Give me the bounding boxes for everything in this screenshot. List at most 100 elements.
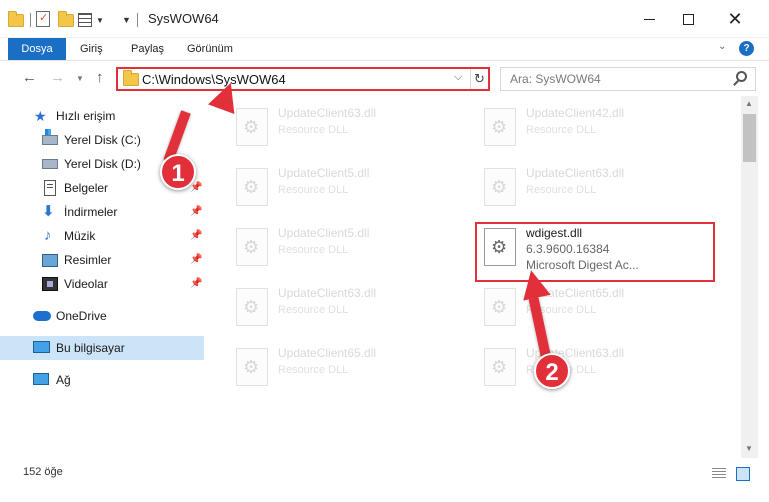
- forward-arrow-icon[interactable]: →: [50, 69, 65, 86]
- step-2-marker: 2: [534, 353, 570, 389]
- file-item[interactable]: UpdateClient5.dll Resource DLL: [228, 222, 458, 276]
- step-1-marker: 1: [160, 154, 196, 190]
- scroll-down-icon[interactable]: ▼: [745, 444, 753, 453]
- title-bar: ▼ ▼ SysWOW64 ✕: [0, 0, 769, 38]
- pin-icon[interactable]: 📌: [190, 206, 202, 217]
- details-view-icon[interactable]: [712, 468, 726, 480]
- dll-file-icon: [236, 168, 268, 206]
- dll-file-icon: [484, 348, 516, 386]
- sidebar-item-label: Yerel Disk (C:): [64, 133, 141, 147]
- quick-access-separator: [30, 13, 31, 27]
- search-placeholder[interactable]: Ara: SysWOW64: [510, 72, 601, 86]
- new-folder-icon[interactable]: [58, 10, 74, 29]
- sidebar-item-videos[interactable]: Videolar 📌: [0, 272, 204, 296]
- file-name: UpdateClient63.dll: [278, 106, 377, 120]
- drive-icon: [42, 129, 58, 145]
- scrollbar-thumb[interactable]: [743, 114, 756, 162]
- pin-icon[interactable]: 📌: [190, 278, 202, 289]
- sidebar-item-this-pc[interactable]: Bu bilgisayar: [0, 336, 204, 360]
- folder-icon[interactable]: [8, 10, 24, 29]
- status-bar: 152 öğe: [0, 458, 769, 502]
- file-highlight-box: [475, 222, 715, 282]
- up-arrow-icon[interactable]: ↑: [96, 69, 104, 86]
- file-name: UpdateClient63.dll: [526, 166, 625, 180]
- dll-file-icon: [484, 168, 516, 206]
- sidebar-item-label: Videolar: [64, 277, 108, 291]
- file-item[interactable]: UpdateClient63.dll Resource DLL: [228, 102, 458, 156]
- properties-icon[interactable]: [36, 11, 50, 27]
- sidebar-item-label: İndirmeler: [64, 205, 118, 219]
- computer-icon: [33, 341, 50, 353]
- tab-paylas[interactable]: Paylaş: [131, 38, 164, 60]
- vertical-scrollbar[interactable]: ▲ ▼: [741, 96, 758, 458]
- recent-locations-chevron-icon[interactable]: ▼: [76, 74, 84, 83]
- annotation-arrow-head-2: [517, 267, 551, 301]
- address-bar[interactable]: C:\Windows\SysWOW64 ⌵ ↻: [116, 67, 490, 91]
- pin-icon[interactable]: 📌: [190, 182, 202, 193]
- item-count: 152 öğe: [23, 466, 63, 478]
- tab-dosya[interactable]: Dosya: [8, 38, 66, 60]
- address-dropdown-icon[interactable]: ⌵: [454, 71, 462, 84]
- chevron-down-icon: ▼: [96, 15, 104, 25]
- video-icon: [42, 277, 58, 291]
- maximize-icon: [682, 13, 694, 25]
- tab-gorunum[interactable]: Görünüm: [187, 38, 233, 60]
- sidebar-item-quick-access[interactable]: ★ Hızlı erişim: [0, 104, 204, 128]
- dll-file-icon: [236, 228, 268, 266]
- file-name: UpdateClient42.dll: [526, 106, 625, 120]
- maximize-button[interactable]: [665, 0, 711, 38]
- expand-ribbon-chevron-icon[interactable]: ⌄: [718, 41, 726, 52]
- folder-icon: [123, 70, 139, 86]
- minimize-icon: [643, 18, 655, 20]
- file-description: Resource DLL: [278, 184, 349, 196]
- file-item[interactable]: UpdateClient5.dll Resource DLL: [228, 162, 458, 216]
- pin-icon[interactable]: 📌: [190, 254, 202, 265]
- sidebar-item-label: OneDrive: [56, 309, 107, 323]
- refresh-icon[interactable]: ↻: [470, 69, 488, 89]
- file-name: UpdateClient5.dll: [278, 166, 370, 180]
- star-icon: ★: [34, 108, 47, 124]
- sidebar-item-label: Hızlı erişim: [56, 109, 116, 123]
- back-arrow-icon[interactable]: ←: [22, 69, 37, 86]
- search-icon[interactable]: [736, 71, 747, 82]
- sidebar-item-music[interactable]: ♪ Müzik 📌: [0, 224, 204, 248]
- file-description: Resource DLL: [278, 244, 349, 256]
- sidebar-item-label: Müzik: [64, 229, 96, 243]
- close-button[interactable]: ✕: [712, 0, 758, 38]
- customize-toolbar-chevron-icon[interactable]: ▼: [122, 11, 131, 29]
- file-description: Resource DLL: [278, 304, 349, 316]
- sidebar-item-pictures[interactable]: Resimler 📌: [0, 248, 204, 272]
- dll-file-icon: [484, 288, 516, 326]
- network-icon: [33, 373, 49, 385]
- sidebar-item-label: Yerel Disk (D:): [64, 157, 141, 171]
- cloud-icon: [33, 311, 51, 321]
- tab-giris[interactable]: Giriş: [80, 38, 103, 60]
- scroll-up-icon[interactable]: ▲: [745, 99, 753, 108]
- window-title: SysWOW64: [148, 11, 219, 26]
- file-name: UpdateClient5.dll: [278, 226, 370, 240]
- large-icons-view-icon[interactable]: [736, 467, 750, 481]
- sidebar-item-downloads[interactable]: ⬇ İndirmeler 📌: [0, 200, 204, 224]
- sidebar-item-network[interactable]: Ağ: [0, 368, 204, 392]
- sidebar-item-onedrive[interactable]: OneDrive: [0, 304, 204, 328]
- search-box[interactable]: Ara: SysWOW64: [500, 67, 756, 91]
- file-item[interactable]: UpdateClient63.dll Resource DLL: [228, 282, 458, 336]
- drive-icon: [42, 159, 58, 169]
- navigation-bar: ← → ▼ ↑ C:\Windows\SysWOW64 ⌵ ↻ Ara: Sys…: [0, 60, 769, 96]
- file-item[interactable]: UpdateClient65.dll Resource DLL: [228, 342, 458, 396]
- sidebar-item-label: Resimler: [64, 253, 112, 267]
- file-item[interactable]: UpdateClient42.dll Resource DLL: [476, 102, 706, 156]
- file-description: Resource DLL: [526, 184, 597, 196]
- file-item[interactable]: UpdateClient63.dll Resource DLL: [476, 162, 706, 216]
- ribbon-tabs: Dosya Giriş Paylaş Görünüm ⌄ ?: [0, 38, 769, 60]
- sidebar-item-label: Belgeler: [64, 181, 109, 195]
- file-item[interactable]: UpdateClient63.dll Resource DLL: [476, 342, 706, 396]
- file-item[interactable]: UpdateClient65.dll Resource DLL: [476, 282, 706, 336]
- close-icon: ✕: [727, 8, 743, 29]
- pin-icon[interactable]: 📌: [190, 230, 202, 241]
- music-icon: ♪: [44, 227, 52, 244]
- view-options-icon[interactable]: ▼: [78, 11, 112, 29]
- help-icon[interactable]: ?: [739, 41, 754, 56]
- file-description: Resource DLL: [278, 124, 349, 136]
- dll-file-icon: [236, 348, 268, 386]
